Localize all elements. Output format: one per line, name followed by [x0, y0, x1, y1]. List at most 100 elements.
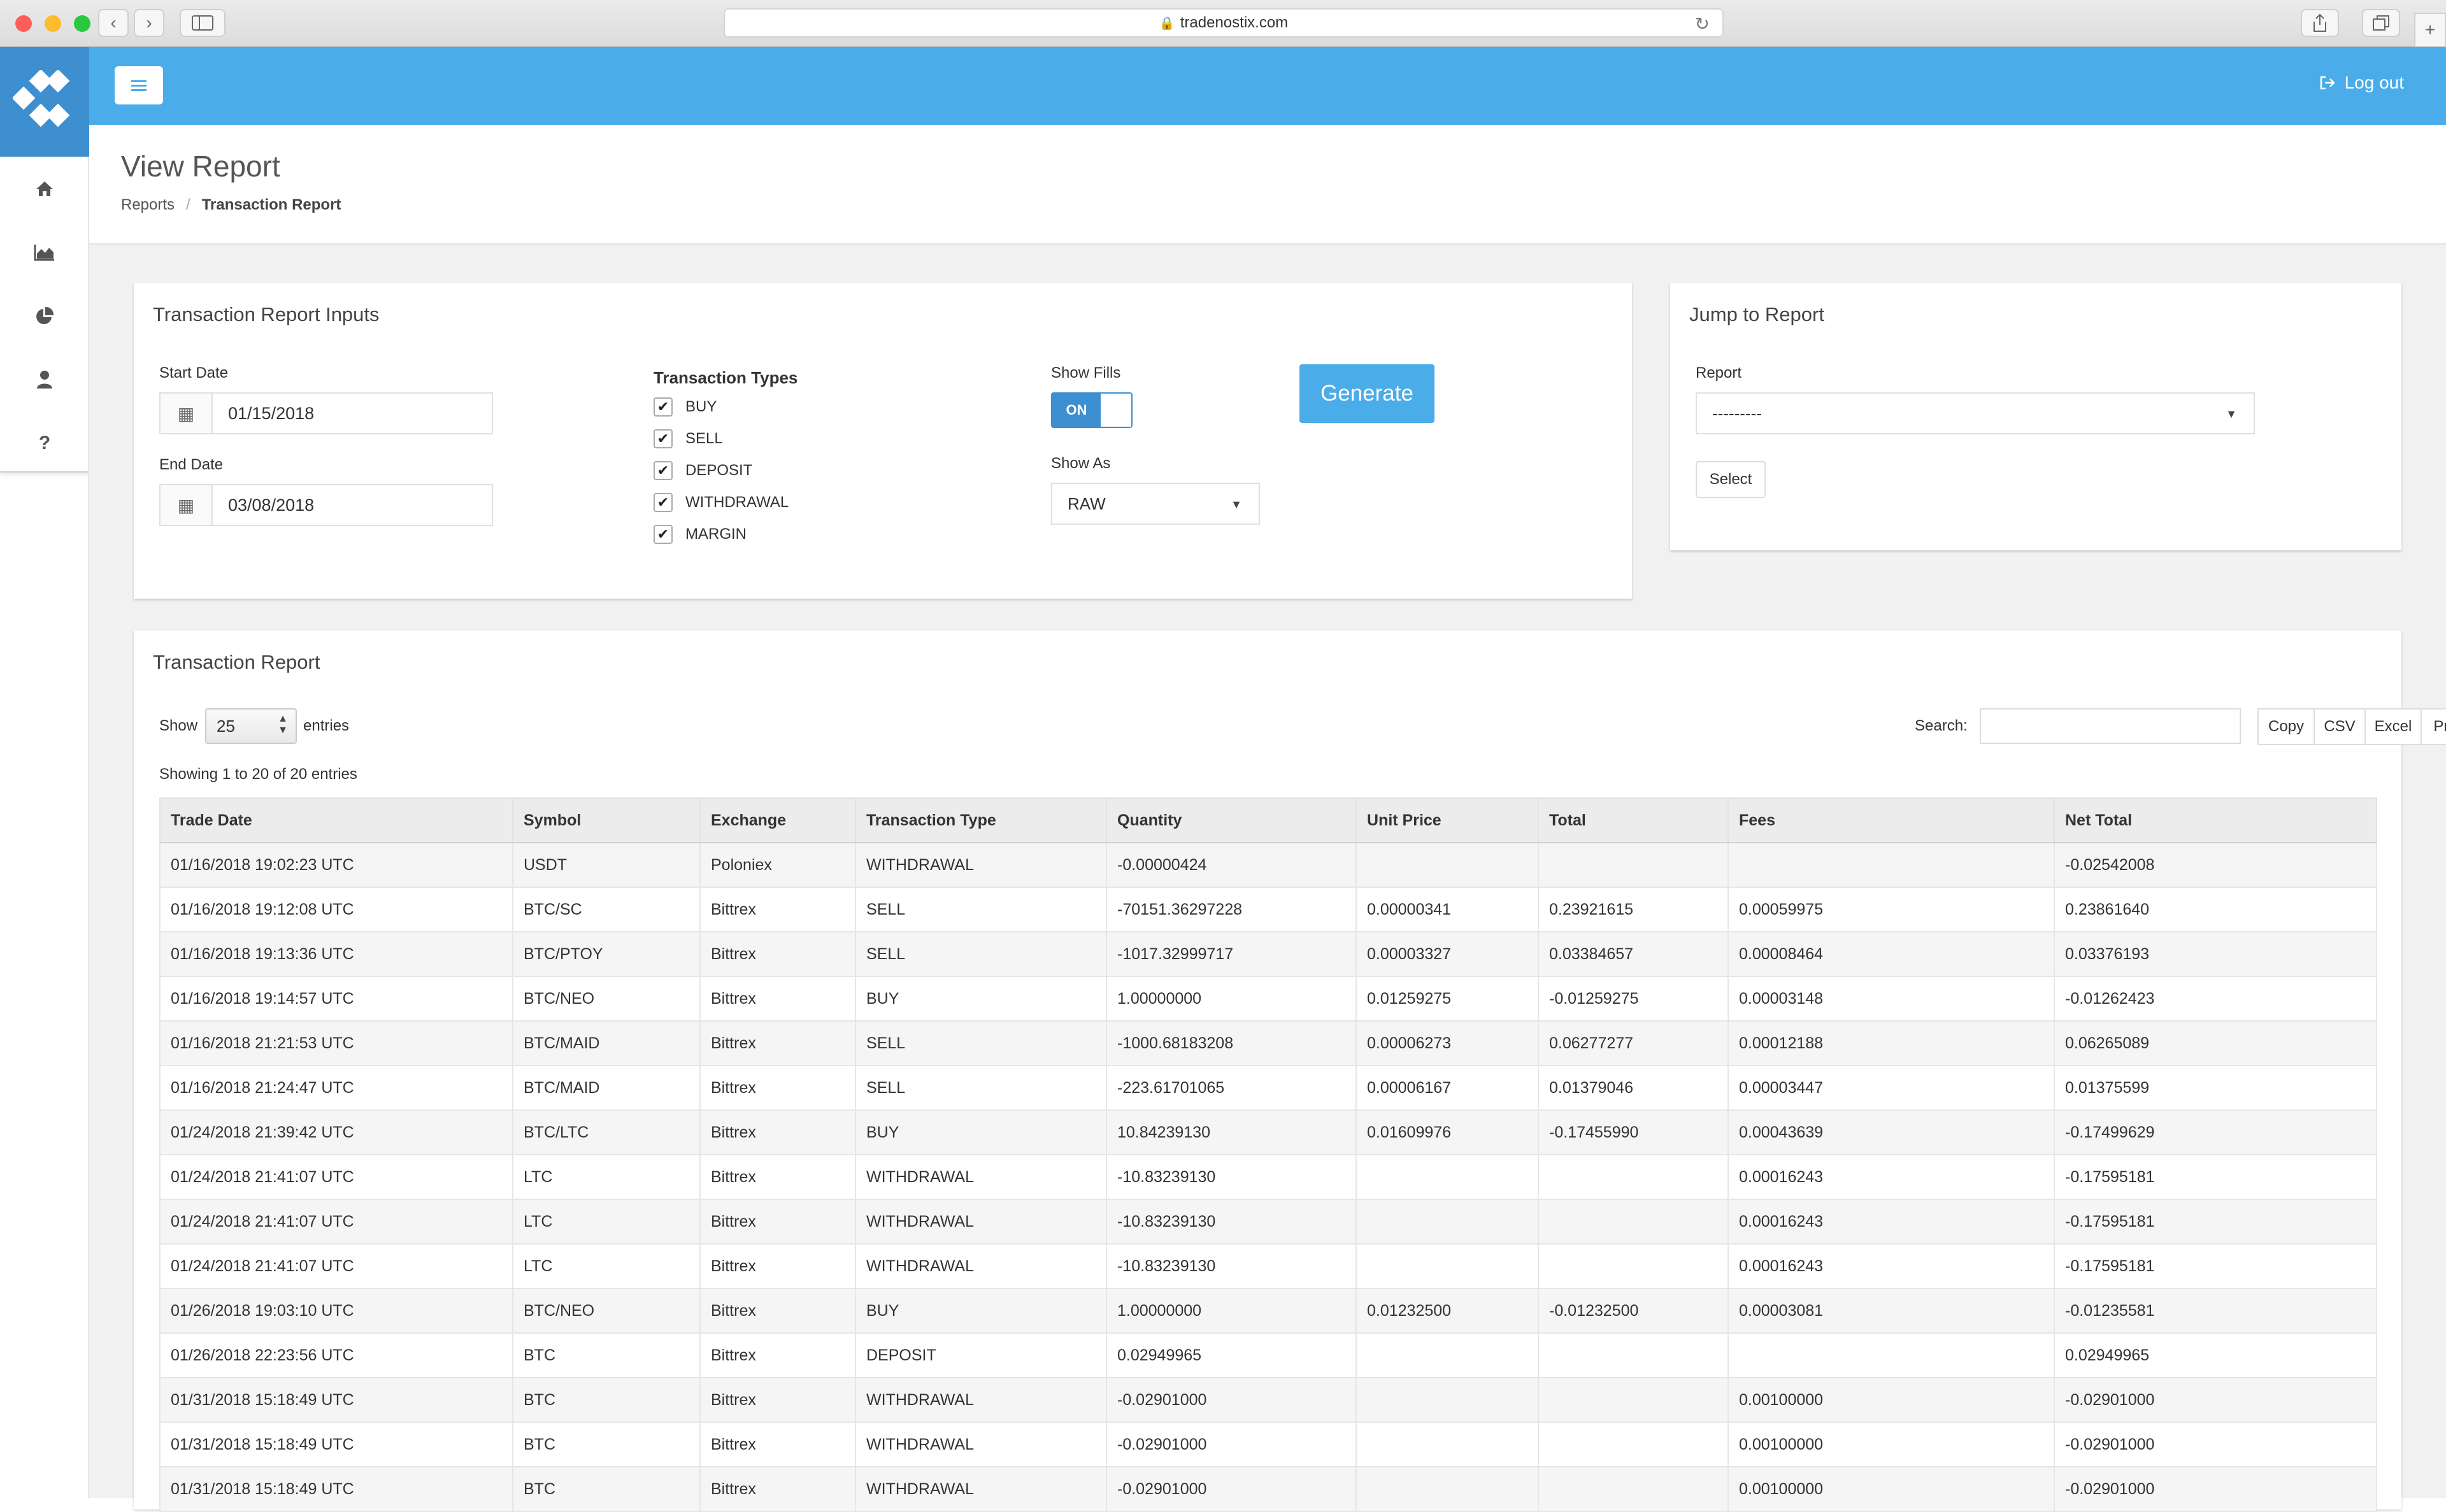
check-icon[interactable]: ✔: [654, 461, 673, 480]
breadcrumb-reports[interactable]: Reports: [121, 196, 175, 214]
col-symbol-cell: BTC/MAID: [512, 1020, 701, 1066]
excel-button[interactable]: Excel: [2364, 708, 2422, 745]
address-bar[interactable]: 🔒 tradenostix.com ↻: [724, 8, 1724, 38]
lock-icon: 🔒: [1159, 16, 1175, 31]
col-unit-price-cell: [1355, 842, 1539, 888]
sidebar-toggle-button[interactable]: [180, 9, 225, 37]
table-row: 01/16/2018 19:14:57 UTC BTC/NEO Bittrex BUY…: [159, 976, 2377, 1022]
report-panel-title: Transaction Report: [153, 651, 320, 673]
sign-out-icon: [2320, 76, 2335, 90]
reload-icon[interactable]: ↻: [1695, 13, 1710, 34]
select-report-button[interactable]: Select: [1696, 461, 1766, 498]
type-checkbox-buy[interactable]: ✔ BUY: [654, 397, 717, 417]
col-fees-cell: 0.00059975: [1727, 887, 2055, 932]
col-transaction-type-header[interactable]: Transaction Type: [855, 797, 1107, 843]
col-transaction-type-cell: SELL: [855, 931, 1107, 977]
col-trade-date-header[interactable]: Trade Date: [159, 797, 513, 843]
report-select[interactable]: --------- ▼: [1696, 392, 2255, 434]
plus-icon: +: [2424, 20, 2436, 39]
calendar-icon[interactable]: ▦: [161, 485, 213, 525]
generate-button[interactable]: Generate: [1299, 364, 1434, 423]
col-fees-header[interactable]: Fees: [1727, 797, 2055, 843]
col-symbol-cell: BTC: [512, 1422, 701, 1467]
report-label: Report: [1696, 364, 1742, 382]
jump-to-report-panel: Jump to Report Report --------- ▼ Select: [1670, 283, 2401, 550]
col-transaction-type-cell: WITHDRAWAL: [855, 1199, 1107, 1245]
col-fees-cell: 0.00043639: [1727, 1109, 2055, 1155]
check-icon[interactable]: ✔: [654, 429, 673, 448]
col-trade-date-cell: 01/31/2018 15:18:49 UTC: [159, 1466, 513, 1512]
col-net-total-cell: 0.03376193: [2054, 931, 2377, 977]
type-checkbox-withdrawal[interactable]: ✔ WITHDRAWAL: [654, 493, 789, 512]
close-window-button[interactable]: [15, 15, 32, 32]
share-button[interactable]: [2301, 9, 2339, 37]
type-checkbox-sell[interactable]: ✔ SELL: [654, 429, 723, 448]
breadcrumb: Reports / Transaction Report: [121, 196, 341, 214]
sidebar-item-help[interactable]: ?: [0, 411, 89, 475]
minimize-window-button[interactable]: [45, 15, 61, 32]
start-date-label: Start Date: [159, 364, 229, 382]
check-icon[interactable]: ✔: [654, 493, 673, 512]
logout-link[interactable]: Log out: [2319, 73, 2404, 93]
col-trade-date-cell: 01/16/2018 21:21:53 UTC: [159, 1020, 513, 1066]
col-transaction-type-cell: WITHDRAWAL: [855, 1422, 1107, 1467]
col-total-header[interactable]: Total: [1538, 797, 1729, 843]
entries-label: entries: [303, 717, 350, 734]
logo[interactable]: [0, 47, 89, 157]
browser-back-button[interactable]: ‹: [98, 9, 129, 37]
print-button[interactable]: Print: [2421, 708, 2446, 745]
show-label: Show: [159, 717, 198, 734]
show-as-select[interactable]: RAW ▼: [1051, 483, 1260, 525]
browser-forward-button[interactable]: ›: [134, 9, 164, 37]
col-quantity-header[interactable]: Quantity: [1106, 797, 1357, 843]
col-fees-cell: 0.00003447: [1727, 1065, 2055, 1111]
col-total-cell: 0.23921615: [1538, 887, 1729, 932]
col-unit-price-cell: [1355, 1377, 1539, 1423]
col-transaction-type-cell: SELL: [855, 1065, 1107, 1111]
col-trade-date-cell: 01/31/2018 15:18:49 UTC: [159, 1422, 513, 1467]
col-transaction-type-cell: SELL: [855, 1020, 1107, 1066]
type-checkbox-deposit[interactable]: ✔ DEPOSIT: [654, 461, 752, 480]
check-icon[interactable]: ✔: [654, 397, 673, 417]
start-date-value[interactable]: 01/15/2018: [213, 394, 314, 433]
col-symbol-cell: LTC: [512, 1243, 701, 1289]
logout-label: Log out: [2344, 73, 2404, 92]
col-fees-cell: 0.00100000: [1727, 1466, 2055, 1512]
zoom-window-button[interactable]: [74, 15, 90, 32]
end-date-field[interactable]: ▦ 03/08/2018: [159, 484, 493, 526]
sidebar: ?: [0, 47, 89, 1498]
calendar-icon[interactable]: ▦: [161, 394, 213, 433]
new-tab-button[interactable]: +: [2414, 13, 2446, 47]
sidebar-item-portfolio[interactable]: [0, 284, 89, 348]
col-net-total-cell: 0.02949965: [2054, 1332, 2377, 1378]
col-quantity-cell: -10.83239130: [1106, 1243, 1357, 1289]
copy-button[interactable]: Copy: [2257, 708, 2315, 745]
col-exchange-header[interactable]: Exchange: [699, 797, 856, 843]
col-unit-price-header[interactable]: Unit Price: [1355, 797, 1539, 843]
tabs-overview-button[interactable]: [2362, 9, 2400, 37]
tabs-icon: [2373, 15, 2389, 31]
csv-button[interactable]: CSV: [2314, 708, 2366, 745]
check-icon[interactable]: ✔: [654, 525, 673, 544]
type-checkbox-margin[interactable]: ✔ MARGIN: [654, 525, 747, 544]
end-date-value[interactable]: 03/08/2018: [213, 485, 314, 525]
transaction-report-panel: Transaction Report Show 25 ▲ ▼ entries Sh…: [134, 631, 2446, 1512]
sidebar-item-charts[interactable]: [0, 220, 89, 284]
col-quantity-cell: 1.00000000: [1106, 976, 1357, 1022]
col-net-total-header[interactable]: Net Total: [2054, 797, 2377, 843]
sidebar-item-account[interactable]: [0, 348, 89, 411]
col-symbol-header[interactable]: Symbol: [512, 797, 701, 843]
entries-length-select[interactable]: 25 ▲ ▼: [205, 708, 297, 744]
col-transaction-type-cell: WITHDRAWAL: [855, 1154, 1107, 1200]
col-symbol-cell: USDT: [512, 842, 701, 888]
menu-toggle-button[interactable]: [115, 66, 163, 104]
sidebar-nav: ?: [0, 157, 89, 473]
sidebar-item-home[interactable]: [0, 157, 89, 220]
col-quantity-cell: -0.02901000: [1106, 1377, 1357, 1423]
col-quantity-cell: -0.00000424: [1106, 842, 1357, 888]
col-quantity-cell: -10.83239130: [1106, 1154, 1357, 1200]
show-fills-toggle[interactable]: ON: [1051, 392, 1133, 428]
start-date-field[interactable]: ▦ 01/15/2018: [159, 392, 493, 434]
col-exchange-cell: Bittrex: [699, 1109, 856, 1155]
search-input[interactable]: [1980, 708, 2241, 744]
